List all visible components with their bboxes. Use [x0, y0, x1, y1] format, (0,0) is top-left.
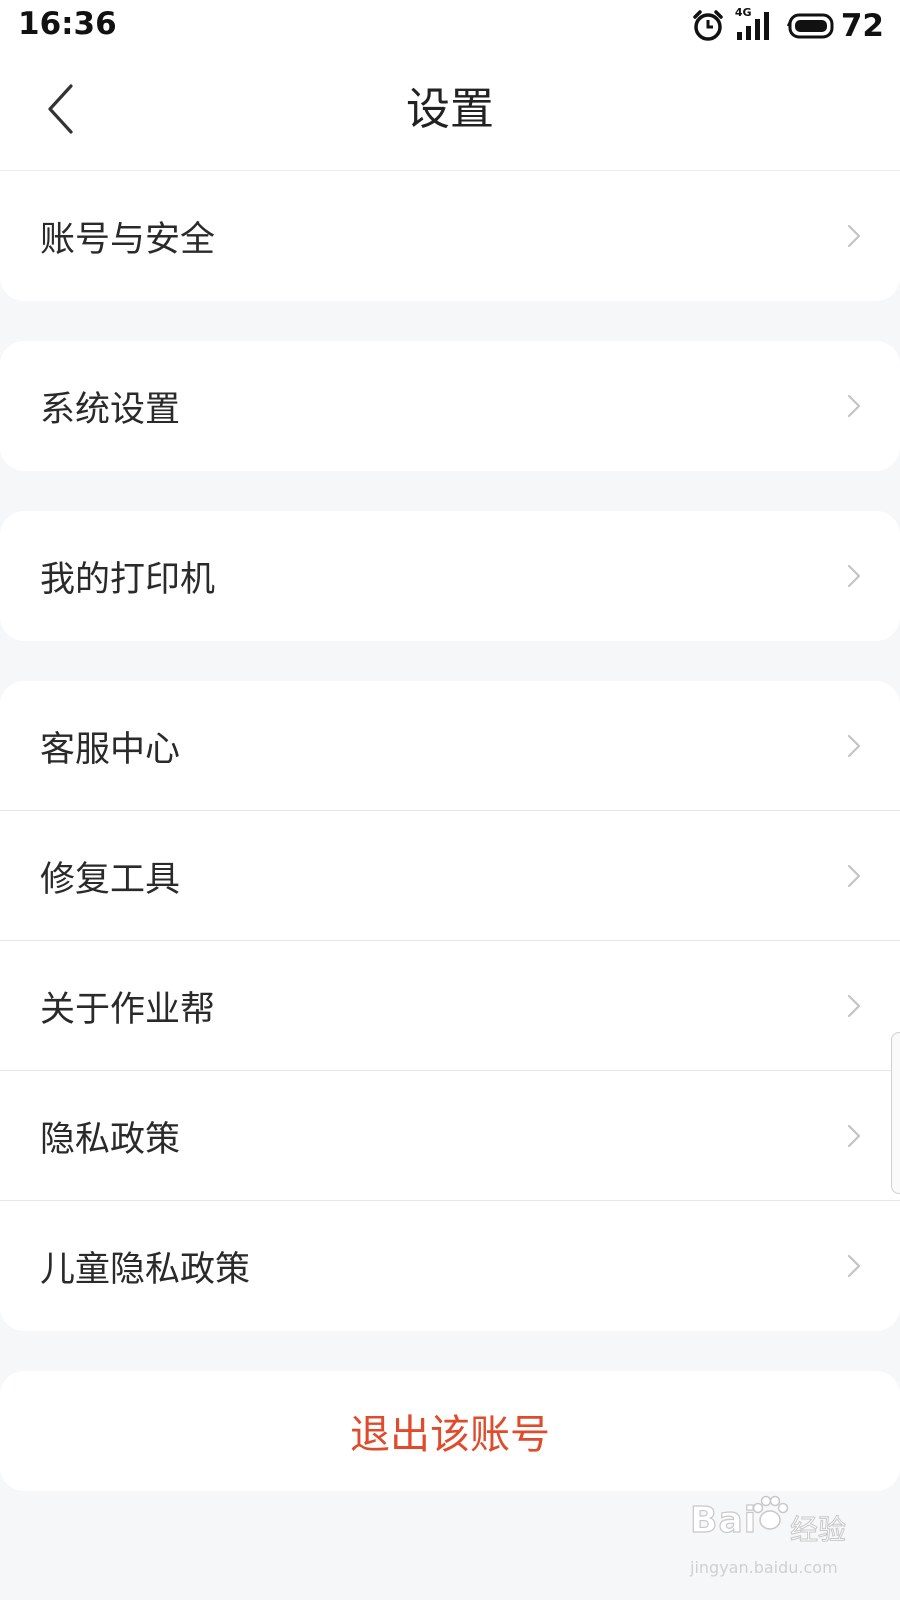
watermark: Bai 经验 jingyan.baidu.com: [689, 1495, 870, 1590]
chevron-right-icon: [847, 564, 861, 588]
settings-item-label: 我的打印机: [40, 559, 216, 600]
settings-item-repair-tool[interactable]: 修复工具: [0, 811, 900, 941]
status-icons: 4G 72: [691, 6, 884, 46]
chevron-right-icon: [847, 1254, 861, 1278]
settings-item-label: 关于作业帮: [40, 989, 216, 1030]
account-security-card: 账号与安全: [0, 171, 900, 301]
settings-item-account-security[interactable]: 账号与安全: [0, 171, 900, 301]
chevron-right-icon: [847, 394, 861, 418]
settings-item-my-printer[interactable]: 我的打印机: [0, 511, 900, 641]
paw-icon: [752, 1495, 789, 1530]
battery-percent: 72: [840, 8, 884, 44]
page-title: 设置: [406, 84, 494, 135]
watermark-url: jingyan.baidu.com: [690, 1558, 838, 1577]
chevron-right-icon: [847, 1124, 861, 1148]
chevron-right-icon: [847, 734, 861, 758]
watermark-logo-text-2: 经验: [789, 1513, 847, 1547]
battery-icon: [785, 11, 837, 41]
settings-item-child-privacy-policy[interactable]: 儿童隐私政策: [0, 1201, 900, 1331]
chevron-right-icon: [847, 994, 861, 1018]
settings-item-label: 隐私政策: [40, 1119, 181, 1160]
top-area: 16:36 4G 72 设置: [0, 0, 900, 171]
scrollbar[interactable]: [891, 1032, 900, 1194]
logout-card: 退出该账号: [0, 1371, 900, 1491]
settings-item-privacy-policy[interactable]: 隐私政策: [0, 1071, 900, 1201]
settings-item-label: 客服中心: [40, 729, 181, 770]
status-bar: 16:36 4G 72: [0, 0, 900, 52]
settings-item-label: 修复工具: [40, 859, 181, 900]
chevron-right-icon: [847, 864, 861, 888]
status-time: 16:36: [18, 6, 117, 42]
alarm-icon: [691, 9, 725, 43]
nav-bar: 设置: [0, 60, 900, 160]
settings-item-label: 系统设置: [40, 389, 181, 430]
chevron-right-icon: [847, 224, 861, 248]
settings-item-label: 账号与安全: [40, 219, 216, 260]
settings-item-label: 儿童隐私政策: [40, 1249, 251, 1290]
logout-button[interactable]: 退出该账号: [0, 1371, 900, 1491]
support-card: 客服中心 修复工具 关于作业帮 隐私政策 儿童隐私政策: [0, 681, 900, 1331]
my-printer-card: 我的打印机: [0, 511, 900, 641]
logout-label: 退出该账号: [350, 1412, 550, 1458]
system-settings-card: 系统设置: [0, 341, 900, 471]
signal-icon: 4G: [735, 6, 775, 44]
settings-item-about[interactable]: 关于作业帮: [0, 941, 900, 1071]
settings-item-customer-service[interactable]: 客服中心: [0, 681, 900, 811]
settings-item-system-settings[interactable]: 系统设置: [0, 341, 900, 471]
